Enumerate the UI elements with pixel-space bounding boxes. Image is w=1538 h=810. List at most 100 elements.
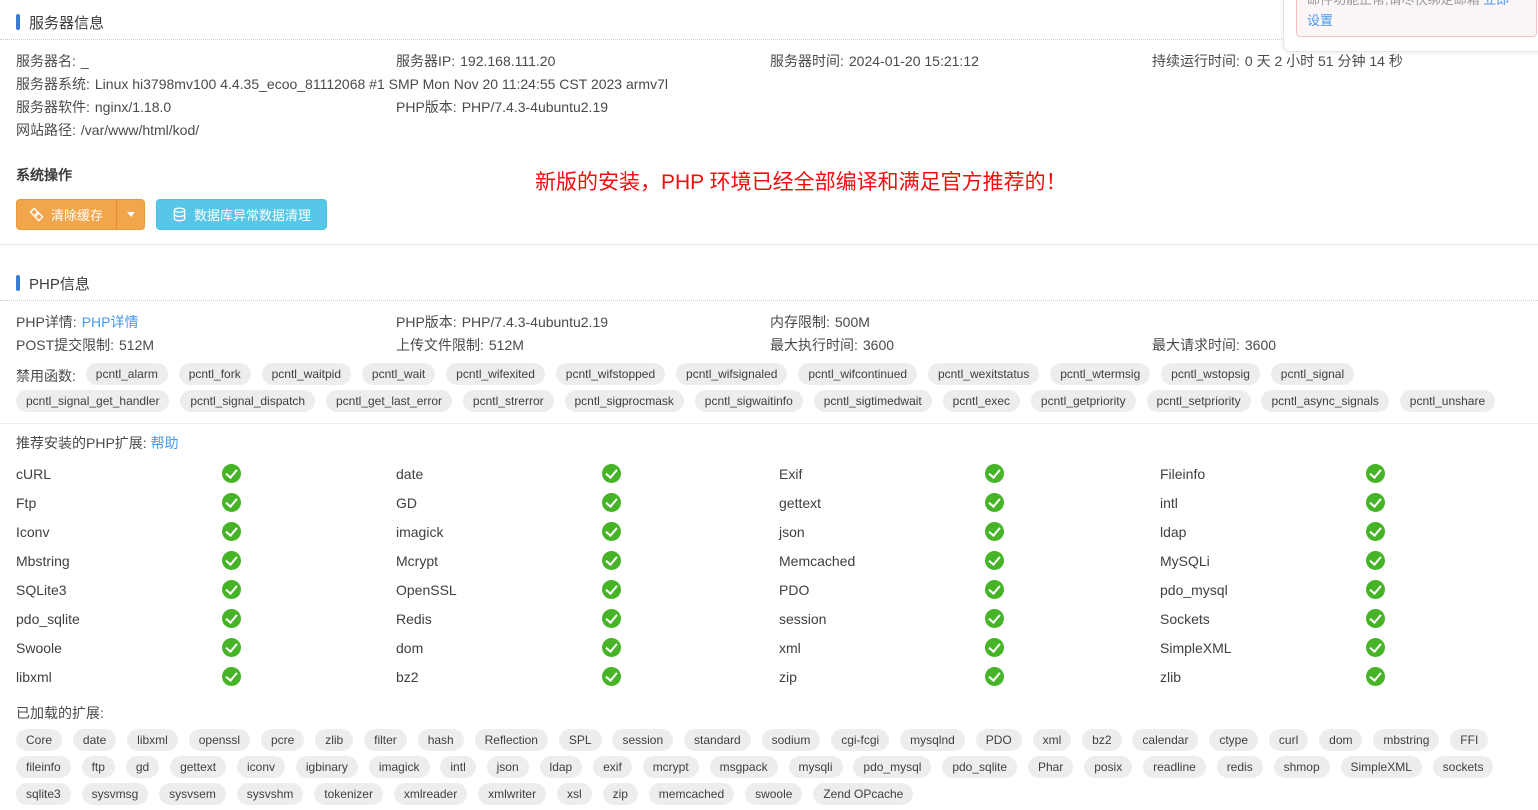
disabled-function-tag: pcntl_wexitstatus	[928, 363, 1039, 385]
extension-row: MySQLi	[1160, 546, 1522, 575]
loaded-extension-tag: ctype	[1209, 729, 1258, 751]
check-circle-icon	[1366, 638, 1385, 657]
loaded-extension-tag: openssl	[189, 729, 250, 751]
extension-row: Mbstring	[16, 546, 396, 575]
disabled-function-tag: pcntl_wifstopped	[556, 363, 665, 385]
extension-name: dom	[396, 640, 602, 656]
loaded-extension-tag: curl	[1269, 729, 1308, 751]
clear-cache-label: 清除缓存	[51, 205, 103, 224]
help-link[interactable]: 帮助	[151, 435, 179, 451]
php-max-request-field: 最大请求时间:3600	[1152, 334, 1522, 357]
loaded-extension-tag: shmop	[1274, 756, 1330, 778]
extension-row: PDO	[779, 575, 1160, 604]
php-detail-link[interactable]: PHP详情	[82, 314, 139, 330]
extension-name: Exif	[779, 466, 985, 482]
server-uptime-field: 持续运行时间:0 天 2 小时 51 分钟 14 秒	[1152, 50, 1522, 73]
check-circle-icon	[985, 493, 1004, 512]
extension-name: json	[779, 524, 985, 540]
extension-name: pdo_mysql	[1160, 582, 1366, 598]
system-ops-buttons: 清除缓存 数据库异常数据清理	[16, 199, 1522, 230]
disabled-function-tag: pcntl_wstopsig	[1161, 363, 1260, 385]
check-circle-icon	[1366, 667, 1385, 686]
check-circle-icon	[222, 580, 241, 599]
clear-cache-button[interactable]: 清除缓存	[16, 199, 116, 230]
loaded-extension-tag: readline	[1143, 756, 1206, 778]
extension-name: bz2	[396, 669, 602, 685]
extension-row: bz2	[396, 662, 779, 691]
php-version-field: PHP版本:PHP/7.4.3-4ubuntu2.19	[396, 311, 770, 334]
extension-name: Memcached	[779, 553, 985, 569]
extension-row: Mcrypt	[396, 546, 779, 575]
disabled-function-tag: pcntl_wifexited	[446, 363, 545, 385]
extension-name: GD	[396, 495, 602, 511]
recommended-extensions-block: 推荐安装的PHP扩展: 帮助 cURL date Exif	[0, 423, 1538, 810]
check-circle-icon	[602, 638, 621, 657]
loaded-extension-tag: mbstring	[1373, 729, 1439, 751]
extension-name: Swoole	[16, 640, 222, 656]
recommended-extensions-label-row: 推荐安装的PHP扩展: 帮助	[16, 433, 1522, 453]
disabled-function-tag: pcntl_get_last_error	[326, 390, 452, 412]
server-os-field: 服务器系统:Linux hi3798mv100 4.4.35_ecoo_8111…	[16, 73, 1522, 96]
loaded-extension-tag: msgpack	[710, 756, 778, 778]
loaded-extension-tag: sysvsem	[159, 783, 226, 805]
extension-row: xml	[779, 633, 1160, 662]
clear-cache-dropdown-button[interactable]	[116, 199, 145, 230]
db-cleanup-button[interactable]: 数据库异常数据清理	[156, 199, 327, 230]
check-circle-icon	[1366, 493, 1385, 512]
loaded-extension-tag: FFI	[1450, 729, 1488, 751]
check-circle-icon	[602, 580, 621, 599]
extension-row: session	[779, 604, 1160, 633]
notification-settings-link[interactable]: 设置	[1307, 10, 1526, 31]
loaded-extension-tag: Zend OPcache	[813, 783, 913, 805]
server-info-page: 邮件功能正常,请尽快绑定邮箱 立即 设置 服务器信息 服务器名:_ 服务器IP:…	[0, 0, 1538, 810]
extension-row: Swoole	[16, 633, 396, 662]
check-circle-icon	[1366, 609, 1385, 628]
annotation-text: 新版的安装，PHP 环境已经全部编译和满足官方推荐的！	[535, 166, 1067, 196]
loaded-extension-tag: sysvshm	[237, 783, 304, 805]
extension-name: cURL	[16, 466, 222, 482]
extension-name: Mbstring	[16, 553, 222, 569]
loaded-extension-tag: sockets	[1433, 756, 1494, 778]
db-cleanup-label: 数据库异常数据清理	[194, 205, 311, 224]
extension-row: pdo_sqlite	[16, 604, 396, 633]
loaded-extension-tag: redis	[1217, 756, 1263, 778]
check-circle-icon	[222, 638, 241, 657]
disabled-function-tag: pcntl_async_signals	[1261, 390, 1388, 412]
notification-message: 邮件功能正常,请尽快绑定邮箱	[1307, 0, 1480, 7]
check-circle-icon	[985, 551, 1004, 570]
extension-row: pdo_mysql	[1160, 575, 1522, 604]
extension-row: SimpleXML	[1160, 633, 1522, 662]
extension-row: json	[779, 517, 1160, 546]
disabled-function-tag: pcntl_signal_dispatch	[180, 390, 315, 412]
check-circle-icon	[222, 522, 241, 541]
disabled-function-tag: pcntl_sigtimedwait	[814, 390, 932, 412]
php-upload-limit-field: 上传文件限制:512M	[396, 334, 770, 357]
extension-row: Exif	[779, 459, 1160, 488]
notification-alert: 邮件功能正常,请尽快绑定邮箱 立即 设置	[1296, 0, 1537, 37]
clean-icon	[29, 207, 44, 222]
extension-name: MySQLi	[1160, 553, 1366, 569]
extensions-grid: cURL date Exif Fileinfo	[16, 459, 1522, 691]
extension-row: imagick	[396, 517, 779, 546]
extension-row: dom	[396, 633, 779, 662]
extension-row: Iconv	[16, 517, 396, 546]
check-circle-icon	[602, 493, 621, 512]
extension-name: intl	[1160, 495, 1366, 511]
notification-action-link[interactable]: 立即	[1483, 0, 1509, 7]
server-name-field: 服务器名:_	[16, 50, 396, 73]
php-detail-field: PHP详情:PHP详情	[16, 311, 396, 334]
loaded-extension-tag: session	[612, 729, 673, 751]
notification-panel: 邮件功能正常,请尽快绑定邮箱 立即 设置	[1283, 0, 1538, 52]
loaded-extension-tag: date	[73, 729, 116, 751]
loaded-extension-tag: tokenizer	[314, 783, 383, 805]
extension-name: xml	[779, 640, 985, 656]
loaded-extension-tag: fileinfo	[16, 756, 71, 778]
disabled-function-tag: pcntl_unshare	[1400, 390, 1495, 412]
loaded-extension-tag: gd	[126, 756, 159, 778]
server-ip-field: 服务器IP:192.168.111.20	[396, 50, 770, 73]
loaded-extension-tag: memcached	[649, 783, 734, 805]
loaded-extension-tag: standard	[684, 729, 751, 751]
loaded-extensions-label: 已加载的扩展:	[16, 703, 1522, 723]
extension-name: Redis	[396, 611, 602, 627]
disabled-function-tag: pcntl_exec	[943, 390, 1020, 412]
